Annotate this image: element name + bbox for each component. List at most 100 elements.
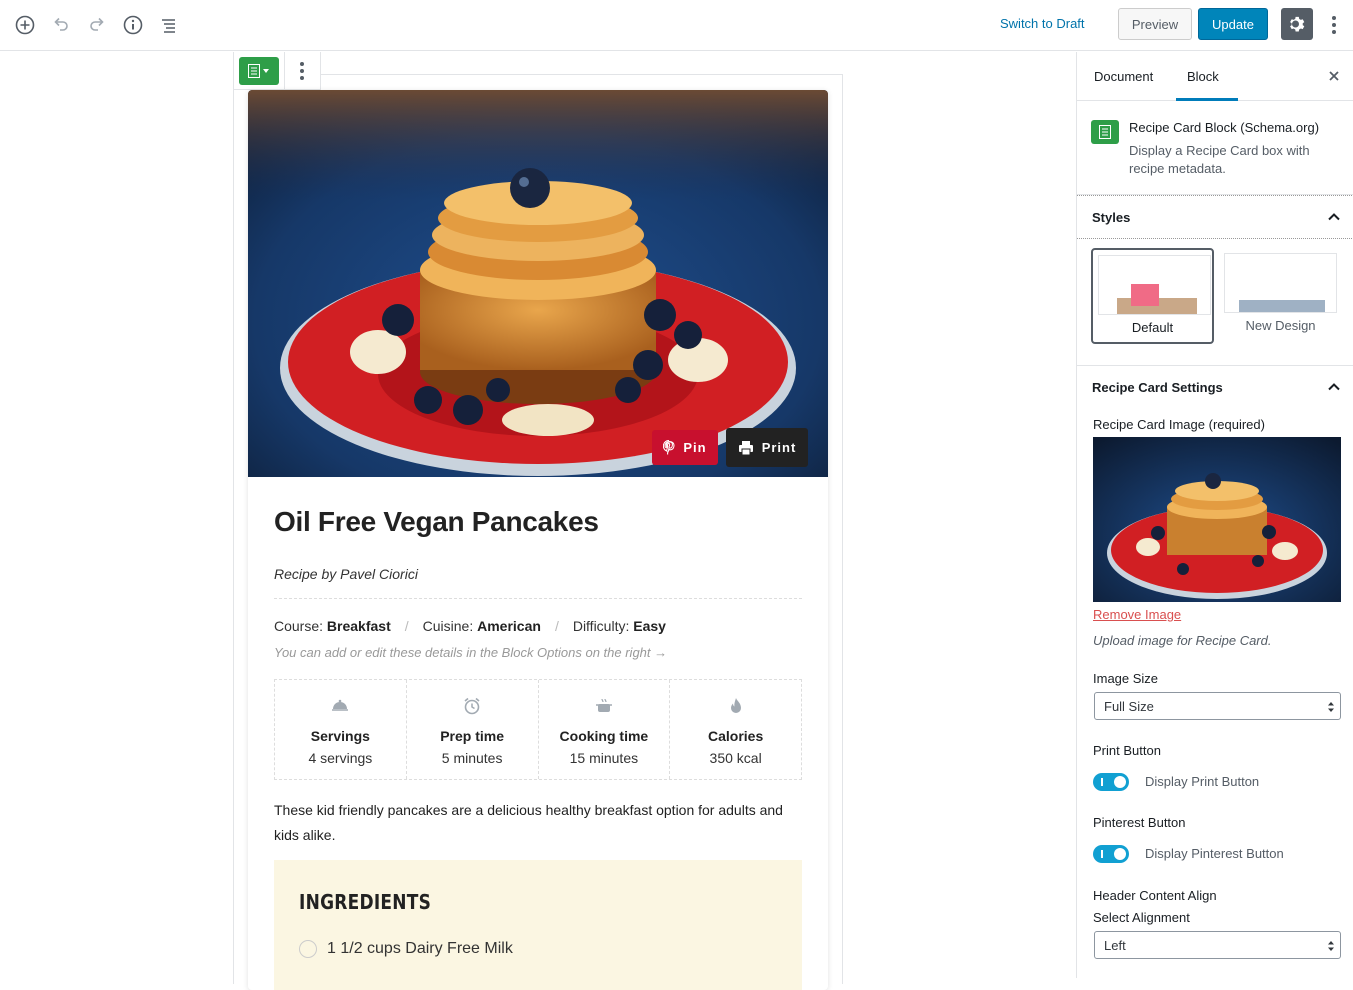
meta-separator: / — [404, 618, 409, 634]
recipe-card-image-preview[interactable] — [1093, 437, 1341, 602]
info-icon[interactable] — [118, 10, 148, 40]
printer-icon — [738, 440, 753, 455]
pinterest-toggle-label: Display Pinterest Button — [1145, 846, 1284, 861]
block-type-switcher[interactable] — [234, 52, 285, 89]
detail-prep-time[interactable]: Prep time 5 minutes — [407, 680, 539, 779]
toggle-on-mark — [1101, 850, 1103, 858]
select-value: Full Size — [1104, 698, 1154, 714]
settings-sidebar: Document Block Recipe Card Block (Schema… — [1076, 52, 1353, 978]
flame-icon — [730, 698, 741, 713]
image-size-label: Image Size — [1093, 671, 1159, 686]
image-label: Recipe Card Image (required) — [1093, 417, 1265, 432]
pin-label: Pin — [683, 440, 707, 455]
update-button[interactable]: Update — [1198, 8, 1268, 40]
recipe-title[interactable]: Oil Free Vegan Pancakes — [274, 506, 599, 538]
switch-to-draft-link[interactable]: Switch to Draft — [1000, 16, 1085, 31]
ingredients-section: INGREDIENTS 1 1/2 cups Dairy Free Milk — [274, 860, 802, 990]
recipe-meta-row: Course: Breakfast / Cuisine: American / … — [274, 618, 666, 634]
select-alignment-label: Select Alignment — [1093, 910, 1190, 925]
print-button[interactable]: Print — [726, 428, 808, 467]
style-preview-thumbnail — [1224, 253, 1337, 313]
more-vertical-icon — [1332, 16, 1336, 34]
block-more-options[interactable] — [285, 52, 320, 89]
alarm-clock-icon — [464, 697, 480, 715]
alignment-select[interactable]: Left — [1094, 931, 1341, 959]
toggle-knob — [1114, 848, 1126, 860]
add-block-icon[interactable] — [10, 10, 40, 40]
detail-value: 15 minutes — [569, 750, 639, 766]
select-value: Left — [1104, 937, 1126, 953]
style-label: Default — [1131, 320, 1174, 335]
detail-servings[interactable]: Servings 4 servings — [275, 680, 407, 779]
course-value: Breakfast — [326, 618, 391, 634]
recipe-card[interactable]: Pin Print Oil Free Vegan Pancakes Recipe… — [248, 90, 828, 990]
remove-image-link[interactable]: Remove Image — [1093, 607, 1181, 622]
close-icon[interactable] — [1325, 67, 1343, 85]
detail-label: Cooking time — [559, 728, 649, 744]
redo-icon[interactable] — [82, 10, 112, 40]
cuisine-key: Cuisine: — [422, 618, 474, 634]
recipe-card-icon — [1091, 120, 1119, 144]
course-key: Course: — [274, 618, 324, 634]
recipe-author[interactable]: Recipe by Pavel Ciorici — [274, 566, 418, 582]
chevron-up-icon — [1328, 213, 1340, 221]
recipe-card-icon — [248, 63, 261, 78]
toggle-knob — [1114, 776, 1126, 788]
tab-block[interactable]: Block — [1187, 69, 1219, 84]
more-vertical-icon — [300, 61, 305, 80]
preview-button[interactable]: Preview — [1118, 8, 1192, 40]
recipe-summary[interactable]: These kid friendly pancakes are a delici… — [274, 798, 802, 848]
detail-label: Servings — [310, 728, 370, 744]
block-description: Display a Recipe Card box with recipe me… — [1129, 143, 1310, 176]
panel-title: Recipe Card Settings — [1092, 380, 1223, 395]
select-arrows-icon — [1328, 941, 1334, 951]
print-button-toggle[interactable] — [1093, 773, 1129, 791]
styles-panel-header[interactable]: Styles — [1077, 195, 1353, 239]
more-options-button[interactable] — [1322, 10, 1346, 40]
recipe-card-settings-header[interactable]: Recipe Card Settings — [1077, 365, 1353, 409]
detail-value: 350 kcal — [709, 750, 762, 766]
style-option-new-design[interactable]: New Design — [1219, 248, 1342, 344]
chevron-up-icon — [1328, 383, 1340, 391]
image-size-select[interactable]: Full Size — [1094, 692, 1341, 720]
editor-canvas: Pin Print Oil Free Vegan Pancakes Recipe… — [0, 52, 1076, 990]
meta-hint: You can add or edit these details in the… — [274, 645, 668, 660]
print-label: Print — [761, 440, 797, 455]
ingredient-item[interactable]: 1 1/2 cups Dairy Free Milk — [299, 940, 513, 958]
sidebar-tabs: Document Block — [1077, 52, 1353, 101]
style-option-default[interactable]: Default — [1091, 248, 1214, 344]
detail-cooking-time[interactable]: Cooking time 15 minutes — [539, 680, 671, 779]
pinterest-icon — [663, 440, 675, 455]
select-arrows-icon — [1328, 702, 1334, 712]
settings-button[interactable] — [1281, 8, 1313, 40]
ingredients-heading[interactable]: INGREDIENTS — [299, 890, 431, 914]
cooking-pot-icon — [595, 698, 612, 712]
print-toggle-label: Display Print Button — [1145, 774, 1260, 789]
block-toolbar — [233, 52, 321, 90]
upload-help-text: Upload image for Recipe Card. — [1093, 633, 1272, 648]
block-name: Recipe Card Block (Schema.org) — [1129, 120, 1320, 135]
pinterest-button-toggle[interactable] — [1093, 845, 1129, 863]
pin-button[interactable]: Pin — [652, 430, 718, 465]
pinterest-button-label: Pinterest Button — [1093, 815, 1186, 830]
print-button-label: Print Button — [1093, 743, 1161, 758]
outline-icon[interactable] — [154, 10, 184, 40]
servings-icon — [332, 699, 349, 711]
ingredient-text: 1 1/2 cups Dairy Free Milk — [327, 940, 513, 957]
checkbox-circle-icon[interactable] — [299, 940, 317, 958]
undo-icon[interactable] — [46, 10, 76, 40]
meta-separator: / — [554, 618, 559, 634]
detail-value: 5 minutes — [441, 750, 503, 766]
difficulty-key: Difficulty: — [572, 618, 630, 634]
tab-document[interactable]: Document — [1094, 69, 1153, 84]
detail-label: Prep time — [440, 728, 505, 744]
recipe-details-grid: Servings 4 servings Prep time 5 minutes … — [274, 679, 802, 780]
difficulty-value: Easy — [633, 618, 666, 634]
editor-top-toolbar: Switch to Draft Preview Update — [0, 0, 1353, 51]
detail-calories[interactable]: Calories 350 kcal — [670, 680, 801, 779]
toggle-on-mark — [1101, 778, 1103, 786]
header-align-label: Header Content Align — [1093, 888, 1217, 903]
panel-title: Styles — [1092, 210, 1131, 225]
divider — [274, 598, 802, 599]
cuisine-value: American — [477, 618, 541, 634]
